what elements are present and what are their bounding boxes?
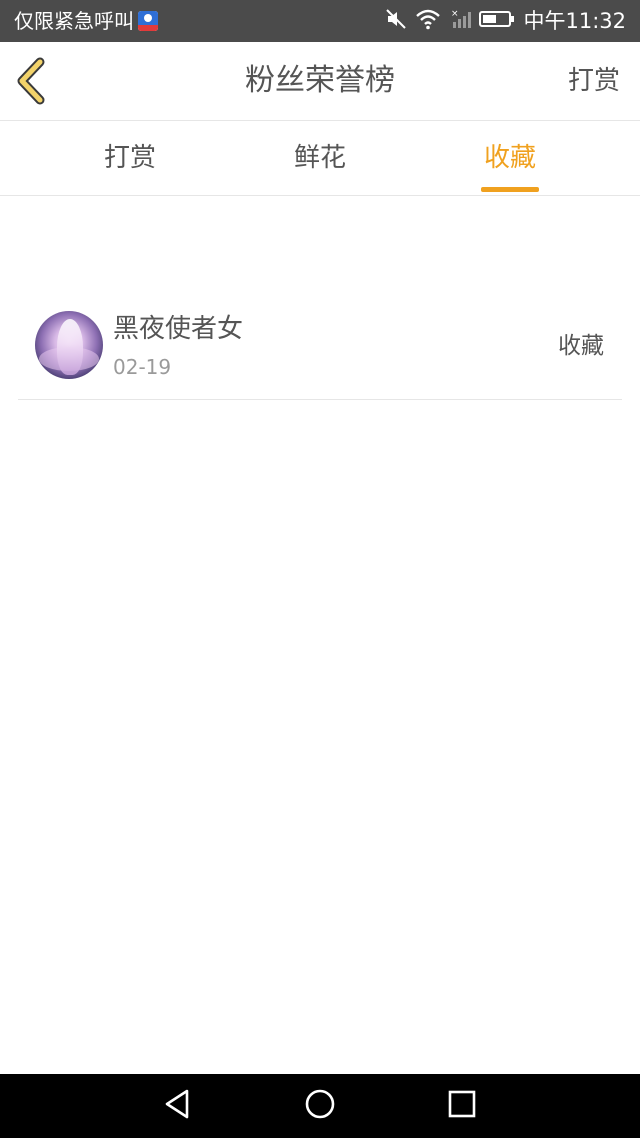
recents-square-icon: [447, 1089, 477, 1123]
tab-label: 打赏: [103, 143, 156, 173]
avatar: [35, 311, 103, 379]
status-bar: 仅限紧急呼叫 × 中午11:32: [0, 0, 640, 42]
status-right: × 中午11:32: [385, 0, 626, 42]
signal-icon: ×: [449, 8, 472, 34]
battery-icon: [479, 8, 515, 34]
header-bar: 粉丝荣誉榜 打赏: [0, 42, 640, 121]
tab-reward[interactable]: 打赏: [100, 121, 160, 195]
tab-label: 收藏: [483, 143, 536, 173]
home-circle-icon: [304, 1088, 336, 1124]
tab-flowers[interactable]: 鲜花: [290, 121, 350, 195]
mute-icon: [385, 8, 407, 34]
nav-recents-button[interactable]: [430, 1074, 494, 1138]
page-title: 粉丝荣誉榜: [245, 63, 395, 98]
active-tab-indicator: [481, 187, 539, 192]
tab-label: 鲜花: [293, 143, 346, 173]
user-name: 黑夜使者女: [113, 314, 244, 344]
wifi-icon: [415, 8, 441, 34]
tab-favorites[interactable]: 收藏: [481, 121, 539, 195]
app-badge-icon: [138, 11, 158, 31]
tab-bar: 打赏 鲜花 收藏: [0, 121, 640, 196]
svg-text:×: ×: [451, 9, 459, 19]
nav-home-button[interactable]: [288, 1074, 352, 1138]
status-time: 中午11:32: [523, 9, 626, 33]
back-triangle-icon: [163, 1088, 193, 1124]
navigation-bar: [0, 1074, 640, 1138]
list-item[interactable]: 黑夜使者女 02-19 收藏: [18, 296, 622, 400]
item-action-label: 收藏: [558, 333, 604, 359]
reward-button[interactable]: 打赏: [568, 42, 620, 120]
status-left: 仅限紧急呼叫: [14, 0, 158, 42]
carrier-text: 仅限紧急呼叫: [14, 9, 134, 33]
item-date: 02-19: [113, 355, 172, 379]
nav-back-button[interactable]: [146, 1074, 210, 1138]
